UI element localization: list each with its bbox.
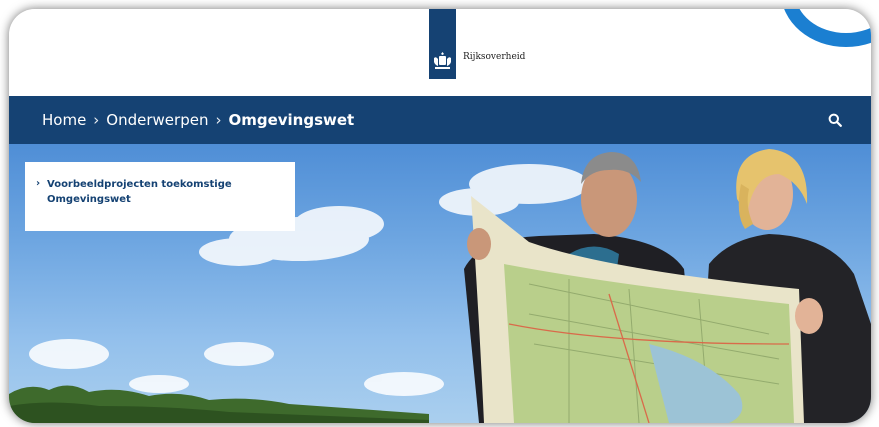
related-link-voorbeeldprojecten[interactable]: Voorbeeldprojecten toekomstige Omgevings… (47, 177, 267, 207)
search-button[interactable] (825, 110, 845, 130)
logo-text[interactable]: Rijksoverheid (463, 52, 525, 62)
breadcrumb-current: Omgevingswet (228, 111, 355, 129)
breadcrumb-separator: › (93, 111, 100, 129)
breadcrumb-onderwerpen[interactable]: Onderwerpen (106, 111, 208, 129)
search-icon (828, 113, 842, 127)
coat-of-arms-icon (434, 52, 451, 69)
site-header: Rijksoverheid (9, 9, 871, 96)
breadcrumb: Home › Onderwerpen › Omgevingswet (42, 96, 354, 144)
navigation-bar: Home › Onderwerpen › Omgevingswet (9, 96, 871, 144)
related-links-box: › Voorbeeldprojecten toekomstige Omgevin… (25, 162, 295, 231)
breadcrumb-separator: › (215, 111, 222, 129)
logo-banner[interactable] (429, 9, 456, 79)
breadcrumb-home[interactable]: Home (42, 111, 86, 129)
chevron-right-icon: › (36, 178, 41, 189)
browser-screenshot-frame: Rijksoverheid Home › Onderwerpen › Omgev… (9, 9, 871, 423)
